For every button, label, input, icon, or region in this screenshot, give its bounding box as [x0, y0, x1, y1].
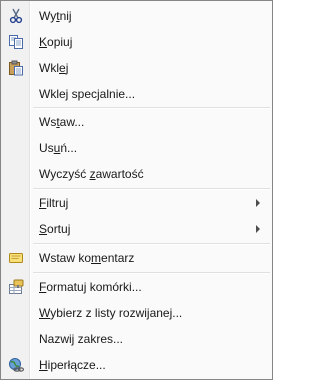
- scissors-icon: [8, 8, 24, 24]
- menu-separator: [33, 107, 270, 109]
- submenu-arrow-icon: [256, 199, 260, 207]
- menu-item-paste-special[interactable]: Wklej specjalnie...: [3, 83, 270, 105]
- menu-item-label: Kopiuj: [39, 35, 73, 49]
- menu-item-format-cells[interactable]: Formatuj komórki...: [3, 276, 270, 298]
- menu-item-label: Formatuj komórki...: [39, 280, 142, 294]
- menu-separator: [33, 243, 270, 245]
- menu-item-hyperlink[interactable]: Hiperłącze...: [3, 354, 270, 376]
- menu-separator: [33, 188, 270, 190]
- comment-icon: [8, 250, 24, 266]
- menu-item-label: Wklej: [39, 61, 69, 75]
- menu-item-label: Wyczyść zawartość: [39, 167, 144, 181]
- menu-item-label: Hiperłącze...: [39, 358, 106, 372]
- menu-item-label: Filtruj: [39, 196, 69, 210]
- menu-item-name-range[interactable]: Nazwij zakres...: [3, 328, 270, 350]
- menu-item-delete[interactable]: Usuń...: [3, 137, 270, 159]
- menu-item-pick-from-list[interactable]: Wybierz z listy rozwijanej...: [3, 302, 270, 324]
- menu-separator: [33, 272, 270, 274]
- paste-icon: [8, 60, 24, 76]
- menu-item-copy[interactable]: Kopiuj: [3, 31, 270, 53]
- menu-item-filter[interactable]: Filtruj: [3, 192, 270, 214]
- menu-item-label: Wklej specjalnie...: [39, 87, 136, 101]
- menu-item-label: Wstaw komentarz: [39, 251, 135, 265]
- menu-item-label: Sortuj: [39, 222, 71, 236]
- format-cells-icon: [8, 279, 24, 295]
- context-menu: Wytnij Kopiuj Wklej Wklej specjalnie... …: [0, 0, 273, 380]
- menu-item-paste[interactable]: Wklej: [3, 57, 270, 79]
- menu-item-label: Wstaw...: [39, 115, 85, 129]
- menu-item-insert[interactable]: Wstaw...: [3, 111, 270, 133]
- menu-item-label: Wybierz z listy rozwijanej...: [39, 306, 183, 320]
- menu-item-label: Nazwij zakres...: [39, 332, 124, 346]
- menu-item-label: Wytnij: [39, 9, 72, 23]
- menu-item-sort[interactable]: Sortuj: [3, 218, 270, 240]
- hyperlink-icon: [8, 357, 25, 373]
- submenu-arrow-icon: [256, 225, 260, 233]
- copy-icon: [8, 34, 24, 50]
- menu-item-cut[interactable]: Wytnij: [3, 5, 270, 27]
- menu-item-insert-comment[interactable]: Wstaw komentarz: [3, 247, 270, 269]
- menu-item-label: Usuń...: [39, 141, 78, 155]
- menu-item-clear-contents[interactable]: Wyczyść zawartość: [3, 163, 270, 185]
